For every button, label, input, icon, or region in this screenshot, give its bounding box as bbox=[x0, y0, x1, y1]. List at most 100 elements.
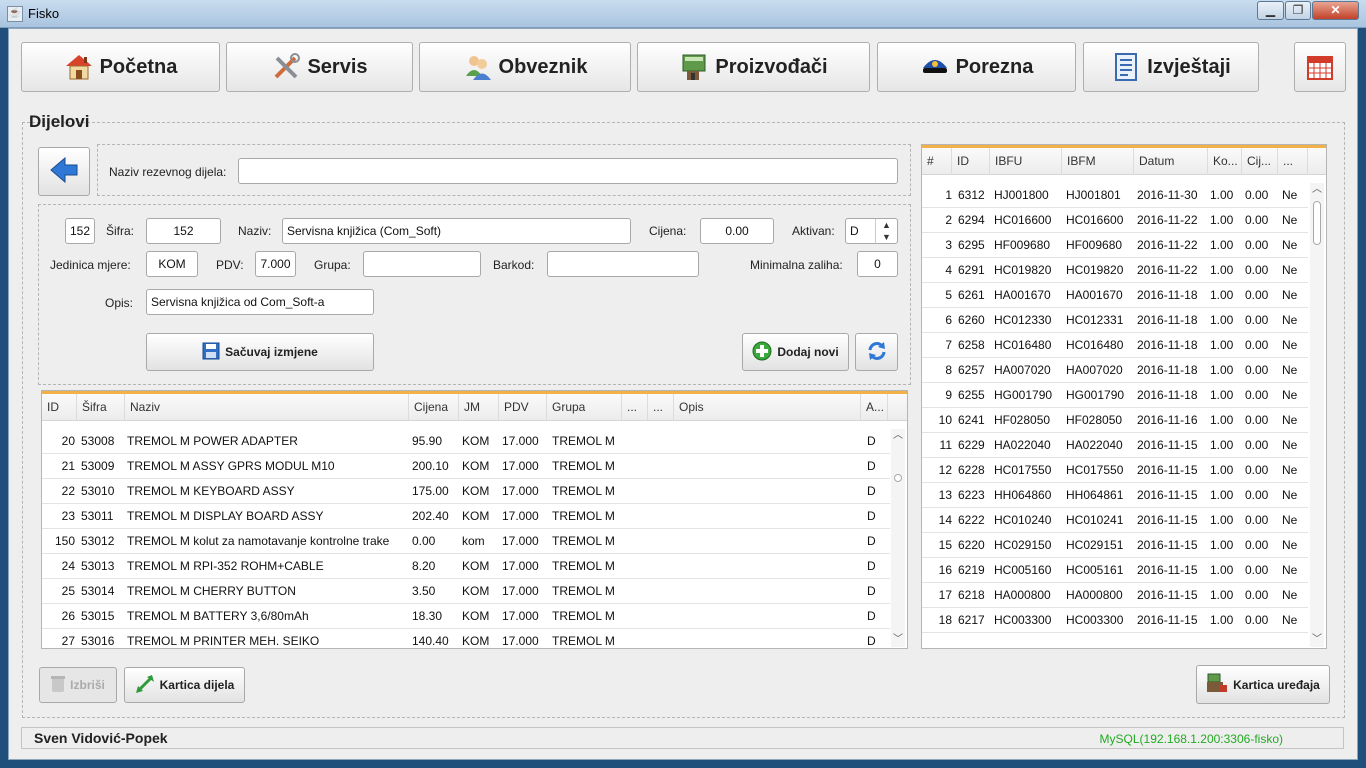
table-row[interactable]: 11 6229 HA022040 HA022040 2016-11-15 1.00 0.00… bbox=[922, 433, 1308, 458]
scroll-down-icon[interactable]: ﹀ bbox=[1310, 633, 1324, 647]
save-button[interactable]: Sačuvaj izmjene bbox=[146, 333, 374, 371]
naziv-field[interactable]: Servisna knjižica (Com_Soft) bbox=[282, 218, 631, 244]
col-ibfm[interactable]: IBFM bbox=[1062, 148, 1134, 175]
aktivan-select[interactable]: D ▲ ▼ bbox=[845, 218, 898, 244]
minimize-button[interactable]: ▁ bbox=[1257, 1, 1284, 20]
pdv-field[interactable]: 7.000 bbox=[255, 251, 296, 277]
parts-table[interactable]: ID Šifra Naziv Cijena JM PDV Grupa ... .… bbox=[41, 390, 908, 649]
grupa-field[interactable] bbox=[363, 251, 481, 277]
col-opis[interactable]: Opis bbox=[674, 394, 861, 421]
delete-button[interactable]: Izbriši bbox=[39, 667, 117, 703]
col-kolicina[interactable]: Ko... bbox=[1208, 148, 1242, 175]
table-row[interactable]: 6 6260 HC012330 HC012331 2016-11-18 1.00 0.00 N… bbox=[922, 308, 1308, 333]
table-cell: 0.00 bbox=[1245, 488, 1269, 502]
col-grupa[interactable]: Grupa bbox=[547, 394, 622, 421]
col-extra-2[interactable]: ... bbox=[648, 394, 674, 421]
nav-porezna-button[interactable]: Porezna bbox=[877, 42, 1076, 92]
calendar-button[interactable] bbox=[1294, 42, 1346, 92]
scroll-up-icon[interactable]: ︿ bbox=[891, 429, 905, 443]
add-new-label: Dodaj novi bbox=[777, 345, 839, 359]
table-row[interactable]: 10 6241 HF028050 HF028050 2016-11-16 1.00 0.00… bbox=[922, 408, 1308, 433]
back-button[interactable] bbox=[38, 147, 90, 196]
table-row[interactable]: 22 53010 TREMOL M KEYBOARD ASSY 175.00 KOM 17… bbox=[42, 479, 890, 504]
table-row[interactable]: 4 6291 HC019820 HC019820 2016-11-22 1.00 0.00 N… bbox=[922, 258, 1308, 283]
table-row[interactable]: 9 6255 HG001790 HG001790 2016-11-18 1.00 0.00 N… bbox=[922, 383, 1308, 408]
col-device-id[interactable]: ID bbox=[952, 148, 990, 175]
table-row[interactable]: 12 6228 HC017550 HC017550 2016-11-15 1.00 0.00… bbox=[922, 458, 1308, 483]
table-row[interactable]: 2 6294 HC016600 HC016600 2016-11-22 1.00 0.00 N… bbox=[922, 208, 1308, 233]
nav-servis-button[interactable]: Servis bbox=[226, 42, 413, 92]
table-cell: 17.000 bbox=[502, 584, 539, 598]
table-cell: 53014 bbox=[81, 584, 115, 598]
devices-table[interactable]: # ID IBFU IBFM Datum Ko... Cij... ... 16… bbox=[921, 144, 1327, 649]
table-row[interactable]: 7 6258 HC016480 HC016480 2016-11-18 1.00 0.00 N… bbox=[922, 333, 1308, 358]
table-row[interactable]: 150 53012 TREMOL M kolut za namotavanje ko… bbox=[42, 529, 890, 554]
col-id[interactable]: ID bbox=[42, 394, 77, 421]
col-pdv[interactable]: PDV bbox=[499, 394, 547, 421]
table-cell: 17.000 bbox=[502, 509, 539, 523]
table-row[interactable]: 21 53009 TREMOL M ASSY GPRS MODUL M10 200.1… bbox=[42, 454, 890, 479]
scroll-thumb[interactable] bbox=[894, 474, 902, 482]
table-row[interactable]: 24 53013 TREMOL M RPI-352 ROHM+CABLE 8.20 KO… bbox=[42, 554, 890, 579]
table-cell: HA022040 bbox=[994, 438, 1051, 452]
col-ibfu[interactable]: IBFU bbox=[990, 148, 1062, 175]
table-cell: TREMOL M bbox=[552, 634, 615, 647]
table-row[interactable]: 5 6261 HA001670 HA001670 2016-11-18 1.00 0.00 N… bbox=[922, 283, 1308, 308]
table-row[interactable]: 3 6295 HF009680 HF009680 2016-11-22 1.00 0.00 N… bbox=[922, 233, 1308, 258]
table-row[interactable]: 13 6223 HH064860 HH064861 2016-11-15 1.00 0.00… bbox=[922, 483, 1308, 508]
search-input[interactable] bbox=[238, 158, 898, 184]
jm-field[interactable]: KOM bbox=[146, 251, 198, 277]
devices-scrollbar[interactable]: ︿ ﹀ bbox=[1310, 183, 1324, 647]
table-cell: 6291 bbox=[958, 263, 985, 277]
table-row[interactable]: 14 6222 HC010240 HC010241 2016-11-15 1.00 0.00… bbox=[922, 508, 1308, 533]
scroll-down-icon[interactable]: ﹀ bbox=[891, 633, 905, 647]
table-row[interactable]: 17 6218 HA000800 HA000800 2016-11-15 1.00 0.00… bbox=[922, 583, 1308, 608]
min-zaliha-field[interactable]: 0 bbox=[857, 251, 898, 277]
table-cell: 6294 bbox=[958, 213, 985, 227]
nav-pocetna-button[interactable]: Početna bbox=[21, 42, 220, 92]
col-jm[interactable]: JM bbox=[459, 394, 499, 421]
table-row[interactable]: 23 53011 TREMOL M DISPLAY BOARD ASSY 202.40… bbox=[42, 504, 890, 529]
col-naziv[interactable]: Naziv bbox=[125, 394, 409, 421]
col-aktivan[interactable]: A... bbox=[861, 394, 888, 421]
col-extra-1[interactable]: ... bbox=[622, 394, 648, 421]
scroll-up-icon[interactable]: ︿ bbox=[1310, 183, 1324, 197]
device-card-button[interactable]: Kartica uređaja bbox=[1196, 665, 1330, 704]
opis-field[interactable]: Servisna knjižica od Com_Soft-a bbox=[146, 289, 374, 315]
parts-scrollbar[interactable]: ︿ ﹀ bbox=[891, 429, 905, 647]
refresh-button[interactable] bbox=[855, 333, 898, 371]
col-rownum[interactable]: # bbox=[922, 148, 952, 175]
spinner-arrows-icon[interactable]: ▲ ▼ bbox=[875, 219, 897, 243]
col-more[interactable]: ... bbox=[1278, 148, 1308, 175]
part-card-button[interactable]: Kartica dijela bbox=[124, 667, 245, 703]
maximize-button[interactable]: ❐ bbox=[1285, 1, 1311, 20]
table-row[interactable]: 27 53016 TREMOL M PRINTER MEH. SEIKO 140.40… bbox=[42, 629, 890, 647]
table-cell: HF009680 bbox=[994, 238, 1051, 252]
table-row[interactable]: 16 6219 HC005160 HC005161 2016-11-15 1.00 0.00… bbox=[922, 558, 1308, 583]
table-row[interactable]: 15 6220 HC029150 HC029151 2016-11-15 1.00 0.00… bbox=[922, 533, 1308, 558]
cijena-field[interactable]: 0.00 bbox=[700, 218, 774, 244]
table-cell: HC005160 bbox=[994, 563, 1052, 577]
opis-label: Opis: bbox=[105, 296, 134, 310]
nav-izvjestaji-button[interactable]: Izvještaji bbox=[1083, 42, 1259, 92]
col-datum[interactable]: Datum bbox=[1134, 148, 1208, 175]
col-cijena[interactable]: Cijena bbox=[409, 394, 459, 421]
table-row[interactable]: 26 53015 TREMOL M BATTERY 3,6/80mAh 18.30 KO… bbox=[42, 604, 890, 629]
col-cijena-device[interactable]: Cij... bbox=[1242, 148, 1278, 175]
barkod-field[interactable] bbox=[547, 251, 699, 277]
table-row[interactable]: 18 6217 HC003300 HC003300 2016-11-15 1.00 0.00… bbox=[922, 608, 1308, 633]
col-sifra[interactable]: Šifra bbox=[77, 394, 125, 421]
scroll-thumb[interactable] bbox=[1313, 201, 1321, 245]
table-row[interactable]: 20 53008 TREMOL M POWER ADAPTER 95.90 KOM 17.… bbox=[42, 429, 890, 454]
table-cell: HA022040 bbox=[1066, 438, 1123, 452]
table-row[interactable]: 8 6257 HA007020 HA007020 2016-11-18 1.00 0.00 N… bbox=[922, 358, 1308, 383]
nav-obveznik-button[interactable]: Obveznik bbox=[419, 42, 631, 92]
table-row[interactable]: 1 6312 HJ001800 HJ001801 2016-11-30 1.00 0.00 N… bbox=[922, 183, 1308, 208]
table-row[interactable]: 25 53014 TREMOL M CHERRY BUTTON 3.50 KOM 17.0… bbox=[42, 579, 890, 604]
table-cell: D bbox=[867, 559, 876, 573]
nav-proizvodaci-button[interactable]: Proizvođači bbox=[637, 42, 870, 92]
expand-arrows-icon bbox=[135, 674, 155, 697]
sifra-field[interactable]: 152 bbox=[146, 218, 221, 244]
close-button[interactable]: ✕ bbox=[1312, 1, 1359, 20]
add-new-button[interactable]: Dodaj novi bbox=[742, 333, 849, 371]
